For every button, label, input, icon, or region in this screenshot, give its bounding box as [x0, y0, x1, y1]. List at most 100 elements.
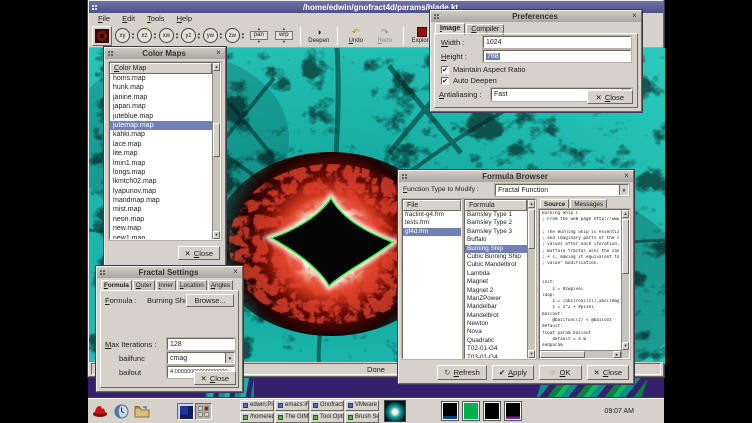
color-map-scrollbar[interactable]	[212, 63, 220, 239]
window-menu-icon[interactable]	[107, 50, 114, 57]
close-window-icon[interactable]: ×	[231, 268, 240, 277]
clock-globe-launcher[interactable]	[112, 402, 130, 420]
scrollbar-thumb[interactable]	[213, 123, 220, 157]
formula-browser-titlebar[interactable]: Formula Browser ×	[399, 171, 633, 182]
scrollbar-thumb[interactable]	[528, 209, 535, 249]
color-map-item[interactable]: new.map	[110, 224, 220, 233]
pan-spinner[interactable]: pan	[248, 27, 270, 44]
bailfunc-combo[interactable]: cmag ▼	[167, 352, 235, 364]
color-map-item[interactable]: lyapunov.map	[110, 187, 220, 196]
close-window-icon[interactable]: ×	[214, 49, 223, 58]
color-map-item[interactable]: lmin1.map	[110, 159, 220, 168]
workspace-grid[interactable]	[195, 403, 212, 420]
rotate-axis-button[interactable]: xw	[159, 28, 179, 43]
redhat-menu-button[interactable]	[91, 402, 109, 420]
maintain-aspect-checkbox[interactable]: ✔	[441, 66, 449, 74]
refresh-button[interactable]: ↻ Refresh	[437, 365, 487, 380]
file-column-header[interactable]: File	[403, 200, 461, 211]
rotate-axis-button[interactable]: zw	[225, 28, 245, 43]
color-map-item[interactable]: janine.map	[110, 93, 220, 102]
task-button[interactable]: Tool Optio	[310, 412, 344, 423]
formula-item[interactable]: Quadratic	[465, 337, 535, 345]
rotate-axis-button[interactable]: yw	[203, 28, 223, 43]
task-button[interactable]: /home/edw	[240, 412, 274, 423]
fractal-settings-titlebar[interactable]: Fractal Settings ×	[97, 267, 242, 278]
scroll-up-icon[interactable]	[528, 200, 535, 208]
color-map-item[interactable]: lace.map	[110, 140, 220, 149]
formula-scrollbar[interactable]	[527, 200, 535, 358]
preview-swatch[interactable]	[442, 402, 458, 420]
undo-button[interactable]: ↶ Undo	[343, 25, 369, 47]
task-button[interactable]: VMware V	[345, 400, 379, 411]
deepen-button[interactable]: ◑ Deepen	[306, 25, 332, 47]
browse-button[interactable]: Browse...	[186, 294, 234, 307]
spin-down-icon[interactable]	[282, 40, 286, 44]
spinner-arrows-icon[interactable]	[131, 32, 135, 40]
close-window-icon[interactable]: ×	[630, 12, 639, 21]
formula-item[interactable]: Barnsley Type 2	[465, 219, 535, 227]
menu-item[interactable]: Tools	[142, 14, 170, 23]
max-iterations-input[interactable]: 128	[167, 338, 235, 350]
color-maps-titlebar[interactable]: Color Maps ×	[105, 48, 225, 59]
file-item[interactable]: gf4d.frm	[403, 228, 461, 236]
close-button[interactable]: ✕ Close	[194, 371, 236, 385]
spinner-arrows-icon[interactable]	[197, 32, 201, 40]
scroll-up-icon[interactable]	[213, 63, 220, 71]
auto-deepen-checkbox[interactable]: ✔	[441, 77, 449, 85]
spinner-arrows-icon[interactable]	[219, 32, 223, 40]
window-menu-icon[interactable]	[99, 269, 106, 276]
task-button[interactable]: emacs:iFl	[275, 400, 309, 411]
close-button[interactable]: ✕ Close	[587, 365, 629, 380]
rotate-axis-button[interactable]: xz	[137, 28, 157, 43]
color-map-item[interactable]: lite.map	[110, 149, 220, 158]
app-fractal-button[interactable]	[92, 26, 112, 46]
formula-item[interactable]: Barnsley Type 3	[465, 228, 535, 236]
rotate-axis-button[interactable]: yz	[181, 28, 201, 43]
color-map-item[interactable]: jutemap.map	[110, 121, 220, 130]
source-h-scrollbar[interactable]: ►	[540, 350, 621, 358]
task-button[interactable]: The GIMP	[275, 412, 309, 423]
scroll-down-icon[interactable]	[622, 342, 629, 350]
preview-swatch[interactable]	[505, 402, 521, 420]
close-button[interactable]: ✕ Close	[587, 90, 633, 104]
color-map-item[interactable]: juteblue.map	[110, 112, 220, 121]
spin-down-icon[interactable]	[257, 40, 261, 44]
preview-swatch[interactable]	[463, 402, 479, 420]
color-map-item[interactable]: neon.map	[110, 215, 220, 224]
preview-swatch[interactable]	[484, 402, 500, 420]
scrollbar-thumb[interactable]	[622, 219, 629, 274]
formula-item[interactable]: T02-01-G4	[465, 345, 535, 353]
color-map-item[interactable]: homs.map	[110, 74, 220, 83]
scrollbar-thumb[interactable]	[540, 351, 585, 358]
task-button[interactable]: Brush Se	[345, 412, 379, 423]
ok-button[interactable]: ☞ OK	[539, 365, 582, 380]
color-map-item[interactable]: hunk.map	[110, 83, 220, 92]
formula-item[interactable]: Lambda	[465, 270, 535, 278]
formula-item[interactable]: Nova	[465, 328, 535, 336]
pan-spinner[interactable]: wrp	[273, 27, 295, 44]
active-workspace-preview[interactable]	[177, 403, 194, 420]
task-button[interactable]: Gnofract4	[310, 400, 344, 411]
scroll-down-icon[interactable]	[528, 350, 535, 358]
formula-item[interactable]: Magnet 2	[465, 287, 535, 295]
function-type-combo[interactable]: Fractal Function ▼	[495, 184, 629, 196]
formula-item[interactable]: T03-01-G4	[465, 354, 535, 359]
formula-item[interactable]: Newton	[465, 320, 535, 328]
formula-item[interactable]: Cubic Mandelbrot	[465, 261, 535, 269]
window-menu-icon[interactable]	[401, 173, 408, 180]
spinner-arrows-icon[interactable]	[175, 32, 179, 40]
task-button[interactable]: edwin:Pic	[240, 400, 274, 411]
file-manager-launcher[interactable]	[133, 402, 151, 420]
color-map-item[interactable]: longs.map	[110, 168, 220, 177]
window-menu-icon[interactable]	[91, 4, 98, 11]
menu-item[interactable]: Edit	[117, 14, 140, 23]
file-item[interactable]: tests.frm	[403, 219, 461, 227]
apply-button[interactable]: ✔ Apply	[492, 365, 534, 380]
gnofract4d-tray-thumbnail[interactable]	[384, 400, 406, 422]
redo-button[interactable]: ↷ Redo	[372, 25, 398, 47]
formula-item[interactable]: ManZPower	[465, 295, 535, 303]
color-map-item[interactable]: kahki.map	[110, 130, 220, 139]
width-input[interactable]: 1024	[483, 36, 631, 48]
source-v-scrollbar[interactable]	[621, 210, 629, 358]
dropdown-icon[interactable]: ▼	[225, 353, 234, 363]
